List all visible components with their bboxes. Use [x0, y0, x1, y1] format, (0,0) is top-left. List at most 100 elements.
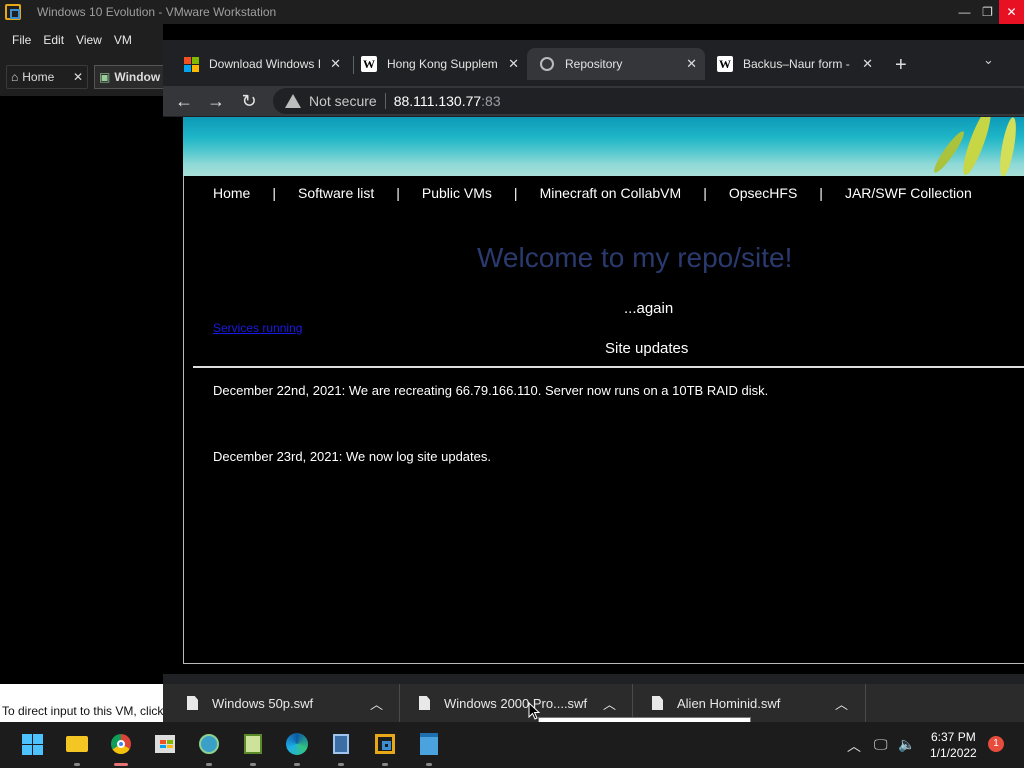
- nav-separator: |: [396, 185, 400, 201]
- chevron-up-tray-icon[interactable]: ︿: [847, 736, 861, 756]
- clock-time: 6:37 PM: [931, 730, 976, 744]
- browser-tab-hong-kong[interactable]: W Hong Kong Supplem ✕: [349, 48, 527, 80]
- menu-view[interactable]: View: [76, 33, 102, 47]
- clock-date: 1/1/2022: [930, 746, 977, 760]
- chrome-icon[interactable]: [109, 732, 133, 766]
- vmware-tabs: ⌂ Home ✕ ▣ Window: [0, 56, 163, 96]
- page-content: Home | Software list | Public VMs | Mine…: [163, 117, 1024, 674]
- file-icon: [187, 696, 198, 710]
- tab-strip: Download Windows I ✕ W Hong Kong Supplem…: [163, 40, 1024, 86]
- clock[interactable]: 6:37 PM 1/1/2022: [930, 729, 977, 761]
- close-icon[interactable]: ✕: [999, 0, 1024, 24]
- close-tab-icon[interactable]: ✕: [686, 56, 697, 72]
- download-filename: Windows 50p.swf: [212, 695, 314, 711]
- window-controls: — ❐ ✕: [953, 0, 1024, 24]
- vmware-library-pane: [0, 96, 163, 691]
- omnibox-divider: [384, 93, 386, 109]
- nav-separator: |: [819, 185, 823, 201]
- vmware-app-icon: [5, 4, 21, 20]
- tab-label: Hong Kong Supplem: [387, 57, 498, 71]
- forward-arrow-icon[interactable]: →: [204, 89, 228, 113]
- update-entry: December 22nd, 2021: We are recreating 6…: [213, 383, 769, 398]
- wikipedia-icon: W: [717, 56, 733, 72]
- tab-label: Download Windows I: [209, 57, 322, 71]
- wikipedia-icon: W: [361, 56, 377, 72]
- nav-public-vms[interactable]: Public VMs: [422, 185, 492, 201]
- nav-minecraft[interactable]: Minecraft on CollabVM: [540, 185, 682, 201]
- close-tab-icon[interactable]: ✕: [73, 70, 83, 84]
- close-tab-icon[interactable]: ✕: [862, 56, 873, 72]
- download-divider: [399, 684, 400, 722]
- tab-vm[interactable]: ▣ Window: [94, 65, 163, 89]
- nav-opsechfs[interactable]: OpsecHFS: [729, 185, 797, 201]
- start-windows-icon[interactable]: [20, 732, 44, 756]
- file-icon: [652, 696, 663, 710]
- download-filename: Alien Hominid.swf: [677, 695, 781, 711]
- chrome-window: Download Windows I ✕ W Hong Kong Supplem…: [163, 40, 1024, 684]
- volume-icon[interactable]: 🔈: [898, 736, 915, 753]
- tab-vm-label: Window: [114, 70, 161, 84]
- browser-tab-download-windows[interactable]: Download Windows I ✕: [171, 48, 349, 80]
- nav-separator: |: [513, 185, 518, 201]
- taskbar: ︿ 🖵 🔈 6:37 PM 1/1/2022 1: [0, 722, 1024, 768]
- download-item[interactable]: Windows 50p.swf: [187, 684, 313, 722]
- page-title: Welcome to my repo/site!: [477, 242, 793, 273]
- window-title: Windows 10 Evolution - VMware Workstatio…: [37, 5, 277, 19]
- vm-icon: ▣: [99, 70, 111, 84]
- spreadsheet-icon[interactable]: [241, 732, 265, 766]
- vmware-icon[interactable]: [373, 732, 397, 766]
- network-icon[interactable]: 🖵: [874, 736, 888, 753]
- calculator-icon[interactable]: [329, 732, 353, 766]
- menu-vm[interactable]: VM: [114, 33, 132, 47]
- home-icon: ⌂: [11, 70, 19, 84]
- update-entry: December 23rd, 2021: We now log site upd…: [213, 449, 491, 464]
- back-arrow-icon[interactable]: ←: [172, 89, 196, 113]
- microsoft-logo-icon: [183, 56, 199, 72]
- nav-software-list[interactable]: Software list: [298, 185, 374, 201]
- file-explorer-icon[interactable]: [65, 732, 89, 766]
- page-subtitle: ...again: [624, 300, 674, 317]
- services-running-link[interactable]: Services running: [213, 321, 302, 335]
- vmware-titlebar: Windows 10 Evolution - VMware Workstatio…: [0, 0, 1024, 24]
- browser-toolbar: ← → ↻ Not secure 88.111.130.77 :83: [163, 86, 1024, 116]
- tab-home[interactable]: ⌂ Home ✕: [6, 65, 88, 89]
- site-updates-heading: Site updates: [605, 340, 689, 357]
- address-bar[interactable]: Not secure 88.111.130.77 :83: [273, 88, 1024, 114]
- nav-home[interactable]: Home: [213, 185, 250, 201]
- download-divider: [865, 684, 866, 722]
- chevron-up-icon[interactable]: ︿: [370, 684, 383, 722]
- header-banner-image: [183, 117, 1024, 176]
- divider: [193, 366, 1024, 368]
- download-filename: Windows 2000 Pro....swf: [444, 695, 588, 711]
- tab-home-label: Home: [22, 70, 55, 84]
- site-nav: Home | Software list | Public VMs | Mine…: [213, 185, 972, 201]
- close-tab-icon[interactable]: ✕: [330, 56, 341, 72]
- new-tab-icon[interactable]: +: [895, 54, 907, 77]
- tab-label: Repository: [565, 57, 623, 71]
- vmware-menubar: File Edit View VM: [0, 24, 163, 56]
- globe-icon: [539, 56, 555, 72]
- store-icon[interactable]: [153, 732, 177, 756]
- chevron-up-icon[interactable]: ︿: [835, 684, 848, 722]
- tab-search-chevron-icon[interactable]: ⌄: [983, 52, 994, 68]
- vmware-statusbar-area: [0, 684, 163, 700]
- url-port: :83: [481, 93, 501, 109]
- close-tab-icon[interactable]: ✕: [508, 56, 519, 72]
- nav-jar-swf[interactable]: JAR/SWF Collection: [845, 185, 972, 201]
- browser-tab-backus-naur[interactable]: W Backus–Naur form - ✕: [705, 48, 881, 80]
- menu-file[interactable]: File: [12, 33, 31, 47]
- warning-icon: [285, 94, 301, 108]
- minimize-icon[interactable]: —: [953, 0, 976, 24]
- notification-badge[interactable]: 1: [988, 736, 1004, 752]
- menu-edit[interactable]: Edit: [43, 33, 64, 47]
- mouse-cursor-icon: [528, 702, 540, 720]
- notepad-icon[interactable]: [417, 732, 441, 766]
- nav-separator: |: [703, 185, 707, 201]
- edge-icon[interactable]: [285, 732, 309, 766]
- browser-tab-repository[interactable]: Repository ✕: [527, 48, 705, 80]
- tab-label: Backus–Naur form -: [743, 57, 850, 71]
- maximize-icon[interactable]: ❐: [976, 0, 999, 24]
- security-status: Not secure: [309, 93, 377, 109]
- maps-icon[interactable]: [197, 732, 221, 766]
- reload-icon[interactable]: ↻: [237, 89, 261, 113]
